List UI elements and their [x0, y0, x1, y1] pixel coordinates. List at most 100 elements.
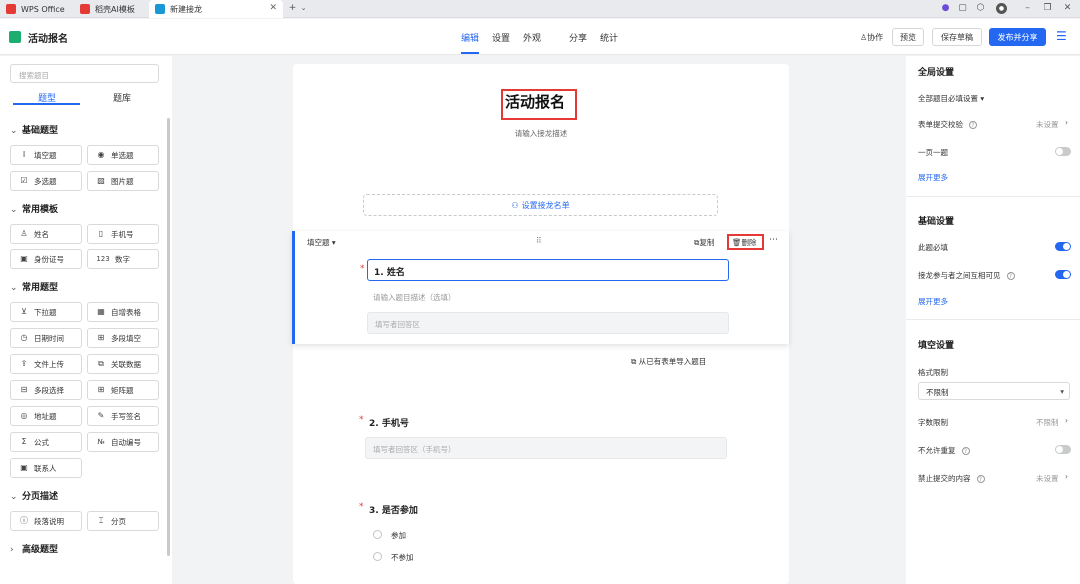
help-icon[interactable]: ? — [976, 475, 985, 483]
multi-fill-icon: ⊞ — [97, 333, 105, 342]
forbid-content-row[interactable]: 禁止提交的内容? — [918, 473, 985, 484]
tab-docer-ai[interactable]: 稻壳AI模板 — [74, 0, 146, 18]
required-star: * — [359, 415, 364, 425]
preview-button[interactable]: 预览 — [892, 28, 924, 46]
submit-check-value: 未设置 — [1036, 120, 1059, 129]
collab-button[interactable]: ♙协作 — [860, 32, 883, 43]
more-icon[interactable]: ⋯ — [769, 235, 778, 245]
help-icon[interactable]: ? — [969, 121, 977, 129]
question-type-select[interactable]: 填空题 ▾ — [307, 237, 336, 248]
help-icon[interactable]: ? — [961, 447, 970, 455]
qtype-linked-data[interactable]: ⧉ 关联数据 — [87, 354, 159, 374]
radio-option[interactable] — [373, 552, 382, 561]
minimize-icon[interactable]: – — [1022, 3, 1033, 14]
question-1-title-input[interactable]: 1. 姓名 — [367, 259, 729, 281]
radio-option[interactable] — [373, 530, 382, 539]
qtype-datetime[interactable]: ◷ 日期时间 — [10, 328, 82, 348]
wps-logo-icon — [6, 4, 16, 14]
qtype-signature[interactable]: ✎ 手写签名 — [87, 406, 159, 426]
new-tab-icon[interactable]: + — [287, 3, 298, 14]
set-list-button[interactable]: ⚇ 设置接龙名单 — [363, 194, 718, 216]
close-window-icon[interactable]: ✕ — [1062, 3, 1073, 14]
app-header: 活动报名 编辑 设置 外观 分享 统计 ♙协作 预览 保存草稿 发布并分享 ☰ — [0, 19, 1080, 55]
window-icon[interactable]: ▢ — [957, 3, 968, 14]
section-advanced[interactable]: › 高级题型 — [10, 542, 58, 555]
template-id-card[interactable]: ▣ 身份证号 — [10, 249, 82, 269]
scrollbar[interactable] — [167, 118, 170, 556]
expand-more-link[interactable]: 展开更多 — [918, 296, 948, 307]
qtype-image[interactable]: ▨ 图片题 — [87, 171, 159, 191]
restore-icon[interactable]: ❐ — [1042, 3, 1053, 14]
delete-button[interactable]: 🗑删除 — [732, 237, 757, 248]
option-attend: 参加 — [391, 531, 406, 540]
tab-new-jielong[interactable]: 新建接龙 ✕ — [149, 0, 283, 18]
search-input[interactable]: 搜索题目 — [10, 64, 159, 83]
import-link[interactable]: ⧉ 从已有表单导入题目 — [631, 356, 706, 367]
no-repeat-toggle[interactable] — [1055, 445, 1071, 454]
nav-tab-stats[interactable]: 统计 — [600, 31, 618, 44]
question-description-input[interactable]: 请输入题目描述（选填） — [373, 292, 456, 303]
qtype-single-choice[interactable]: ◉ 单选题 — [87, 145, 159, 165]
tab-library[interactable]: 题库 — [113, 91, 131, 104]
one-page-toggle[interactable] — [1055, 147, 1071, 156]
highlight-box — [501, 89, 577, 120]
help-icon[interactable]: ? — [1006, 272, 1015, 280]
required-toggle[interactable] — [1055, 242, 1071, 251]
avatar[interactable]: ● — [996, 3, 1007, 14]
submit-check-row[interactable]: 表单提交校验? — [918, 119, 977, 130]
template-phone[interactable]: ▯ 手机号 — [87, 224, 159, 244]
page-break-icon: ⌶ — [98, 516, 104, 525]
drag-handle-icon[interactable]: ⠿ — [536, 236, 542, 245]
ai-icon[interactable]: ● — [940, 3, 951, 14]
qtype-address[interactable]: ◎ 地址题 — [10, 406, 82, 426]
qtype-dropdown[interactable]: ⊻ 下拉题 — [10, 302, 82, 322]
qtype-matrix[interactable]: ⊞ 矩阵题 — [87, 380, 159, 400]
template-name[interactable]: ♙ 姓名 — [10, 224, 82, 244]
checkbox-icon: ☑ — [20, 176, 28, 185]
nav-tab-appearance[interactable]: 外观 — [523, 31, 541, 44]
qtype-fill[interactable]: Ⅰ 填空题 — [10, 145, 82, 165]
copy-button[interactable]: ⧉复制 — [694, 237, 714, 248]
section-basic[interactable]: ⌄ 基础题型 — [10, 123, 58, 136]
cube-icon[interactable]: ⬡ — [975, 3, 986, 14]
chevron-right-icon[interactable]: › — [1065, 416, 1068, 425]
qtype-paragraph[interactable]: ⓘ 段落说明 — [10, 511, 82, 531]
qtype-formula[interactable]: Σ 公式 — [10, 432, 82, 452]
required-setting-dropdown[interactable]: 全部题目必填设置 ▾ — [918, 93, 984, 104]
close-tab-icon[interactable]: ✕ — [269, 3, 277, 13]
question-3-title[interactable]: 3. 是否参加 — [369, 503, 418, 516]
section-common[interactable]: ⌄ 常用题型 — [10, 280, 58, 293]
qtype-multi-select[interactable]: ⊟ 多段选择 — [10, 380, 82, 400]
nav-tab-edit[interactable]: 编辑 — [461, 31, 479, 44]
qtype-auto-number[interactable]: № 自动编号 — [87, 432, 159, 452]
chevron-down-icon[interactable]: ⌄ — [298, 3, 309, 14]
format-limit-select[interactable]: 不限制 ▾ — [918, 382, 1070, 400]
chevron-right-icon[interactable]: › — [1065, 118, 1068, 127]
qtype-auto-table[interactable]: ▦ 自增表格 — [87, 302, 159, 322]
section-page-desc[interactable]: ⌄ 分页描述 — [10, 489, 58, 502]
section-templates[interactable]: ⌄ 常用模板 — [10, 202, 58, 215]
expand-more-link[interactable]: 展开更多 — [918, 172, 948, 183]
active-question-card[interactable]: 填空题 ▾ ⠿ ⧉复制 🗑删除 ⋯ * 1. 姓名 请输入题目描述（选填） 填写… — [292, 231, 789, 344]
nav-tab-share[interactable]: 分享 — [569, 31, 587, 44]
qtype-page-break[interactable]: ⌶ 分页 — [87, 511, 159, 531]
question-2-title[interactable]: 2. 手机号 — [369, 416, 409, 429]
required-star: * — [360, 264, 365, 274]
template-number[interactable]: 123 数字 — [87, 249, 159, 269]
qtype-contact[interactable]: ▣ 联系人 — [10, 458, 82, 478]
number-sign-icon: № — [97, 438, 105, 446]
qtype-multi-choice[interactable]: ☑ 多选题 — [10, 171, 82, 191]
qtype-multi-fill[interactable]: ⊞ 多段填空 — [87, 328, 159, 348]
divider — [906, 196, 1080, 197]
required-label: 此题必填 — [918, 243, 948, 252]
publish-share-button[interactable]: 发布并分享 — [989, 28, 1046, 46]
mutual-visible-toggle[interactable] — [1055, 270, 1071, 279]
menu-icon[interactable]: ☰ — [1056, 29, 1067, 43]
save-draft-button[interactable]: 保存草稿 — [932, 28, 982, 46]
nav-tab-settings[interactable]: 设置 — [492, 31, 510, 44]
qtype-file-upload[interactable]: ⇪ 文件上传 — [10, 354, 82, 374]
form-description[interactable]: 请输入接龙描述 — [293, 128, 789, 139]
tab-indicator — [13, 103, 80, 105]
chevron-right-icon[interactable]: › — [1065, 472, 1068, 481]
tab-wps-office[interactable]: WPS Office — [0, 0, 72, 18]
